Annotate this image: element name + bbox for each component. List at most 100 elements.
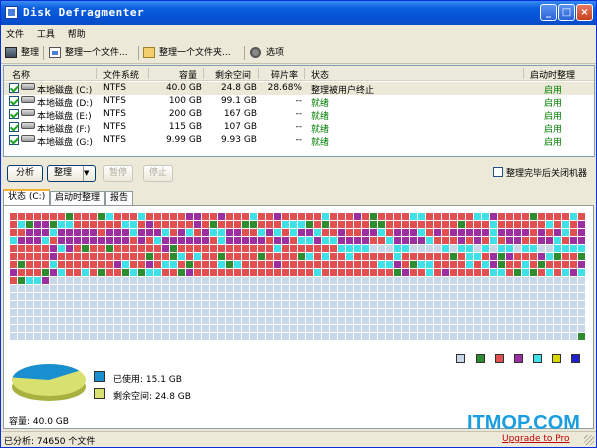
cluster-block: [458, 277, 465, 284]
cluster-block: [434, 229, 441, 236]
cluster-block: [146, 213, 153, 220]
column-frag[interactable]: 碎片率: [271, 68, 298, 81]
drive-checkbox[interactable]: [9, 109, 19, 119]
pause-button[interactable]: 暂停: [103, 165, 133, 182]
column-capacity[interactable]: 容量: [179, 68, 197, 81]
stop-button[interactable]: 停止: [143, 165, 173, 182]
drive-checkbox[interactable]: [9, 96, 19, 106]
cluster-block: [226, 333, 233, 340]
drive-checkbox[interactable]: [9, 135, 19, 145]
cluster-block: [538, 325, 545, 332]
cluster-block: [10, 245, 17, 252]
maximize-button[interactable]: □: [558, 4, 575, 21]
tab-report[interactable]: 报告: [105, 191, 134, 206]
shutdown-checkbox[interactable]: [493, 167, 503, 177]
drive-row[interactable]: 本地磁盘 (C:) NTFS 40.0 GB 24.8 GB 28.68% 整理…: [4, 82, 594, 96]
cluster-block: [178, 245, 185, 252]
tab-boot-defrag[interactable]: 启动时整理: [50, 191, 106, 206]
defrag-file-button[interactable]: 整理一个文件...: [49, 45, 128, 61]
cluster-block: [498, 333, 505, 340]
cluster-block: [562, 213, 569, 220]
cluster-block: [538, 213, 545, 220]
resize-grip[interactable]: [584, 435, 594, 445]
cluster-block: [98, 245, 105, 252]
cluster-block: [370, 285, 377, 292]
cluster-block: [154, 277, 161, 284]
cluster-block: [18, 333, 25, 340]
used-swatch: [94, 371, 105, 382]
cluster-block: [226, 309, 233, 316]
cluster-block: [290, 277, 297, 284]
options-button[interactable]: 选项: [250, 45, 284, 61]
cluster-block: [298, 293, 305, 300]
defrag-folder-button[interactable]: 整理一个文件夹...: [143, 45, 231, 61]
cluster-block: [402, 325, 409, 332]
cluster-block: [106, 301, 113, 308]
cluster-block: [426, 269, 433, 276]
menu-file[interactable]: 文件: [1, 25, 29, 42]
cluster-block: [474, 237, 481, 244]
cluster-block: [378, 301, 385, 308]
cluster-block: [194, 261, 201, 268]
cluster-block: [130, 221, 137, 228]
hard-drive-icon: [21, 96, 35, 103]
analyze-button[interactable]: 分析: [7, 165, 43, 182]
menu-bar: 文件 工具 帮助: [1, 25, 596, 42]
cluster-block: [570, 245, 577, 252]
cluster-block: [562, 301, 569, 308]
legend-swatch: [571, 354, 580, 363]
cluster-block: [178, 309, 185, 316]
cluster-block: [426, 229, 433, 236]
column-fs[interactable]: 文件系统: [103, 68, 139, 81]
minimize-button[interactable]: _: [540, 4, 557, 21]
cluster-block: [26, 253, 33, 260]
column-name[interactable]: 名称: [12, 68, 30, 81]
cluster-block: [514, 325, 521, 332]
drive-checkbox[interactable]: [9, 83, 19, 93]
menu-tools[interactable]: 工具: [32, 25, 60, 42]
cluster-block: [82, 293, 89, 300]
cluster-block: [314, 309, 321, 316]
drive-list: 名称 文件系统 容量 剩余空间 碎片率 状态 启动时整理 本地磁盘 (C:) N…: [3, 65, 595, 157]
column-free[interactable]: 剩余空间: [215, 68, 251, 81]
cluster-block: [106, 229, 113, 236]
title-bar[interactable]: Disk Defragmenter _ □ ×: [1, 1, 596, 25]
column-status[interactable]: 状态: [311, 68, 329, 81]
cluster-block: [122, 245, 129, 252]
cluster-block: [26, 237, 33, 244]
cluster-block: [578, 229, 585, 236]
drive-row[interactable]: 本地磁盘 (G:) NTFS 9.99 GB 9.93 GB -- 就绪 启用: [4, 134, 594, 148]
shutdown-label[interactable]: 整理完毕后关闭机器: [506, 166, 587, 179]
cluster-block: [210, 261, 217, 268]
cluster-block: [98, 301, 105, 308]
cluster-block: [50, 269, 57, 276]
cluster-block: [514, 261, 521, 268]
cluster-block: [98, 213, 105, 220]
cluster-block: [370, 253, 377, 260]
defrag-tool-button[interactable]: 整理: [5, 45, 39, 61]
drive-row[interactable]: 本地磁盘 (F:) NTFS 115 GB 107 GB -- 就绪 启用: [4, 121, 594, 135]
cluster-block: [114, 285, 121, 292]
drive-row[interactable]: 本地磁盘 (E:) NTFS 200 GB 167 GB -- 就绪 启用: [4, 108, 594, 122]
upgrade-link[interactable]: Upgrade to Pro: [502, 434, 570, 444]
column-boot[interactable]: 启动时整理: [530, 68, 575, 81]
close-button[interactable]: ×: [576, 4, 593, 21]
cluster-block: [306, 325, 313, 332]
chevron-down-icon[interactable]: ▼: [83, 166, 95, 181]
cluster-block: [50, 261, 57, 268]
tab-status[interactable]: 状态 (C:): [3, 189, 51, 206]
drive-checkbox[interactable]: [9, 122, 19, 132]
drive-row[interactable]: 本地磁盘 (D:) NTFS 100 GB 99.1 GB -- 就绪 启用: [4, 95, 594, 109]
cluster-block: [474, 253, 481, 260]
cluster-block: [282, 285, 289, 292]
drive-frag: 28.68%: [267, 83, 302, 93]
cluster-block: [578, 253, 585, 260]
menu-help[interactable]: 帮助: [63, 25, 91, 42]
defrag-split-button[interactable]: 整理 ▼: [47, 165, 96, 182]
cluster-block: [314, 293, 321, 300]
cluster-block: [570, 325, 577, 332]
cluster-block: [282, 277, 289, 284]
drive-name: 本地磁盘 (G:): [37, 138, 93, 148]
cluster-block: [242, 261, 249, 268]
cluster-block: [170, 301, 177, 308]
